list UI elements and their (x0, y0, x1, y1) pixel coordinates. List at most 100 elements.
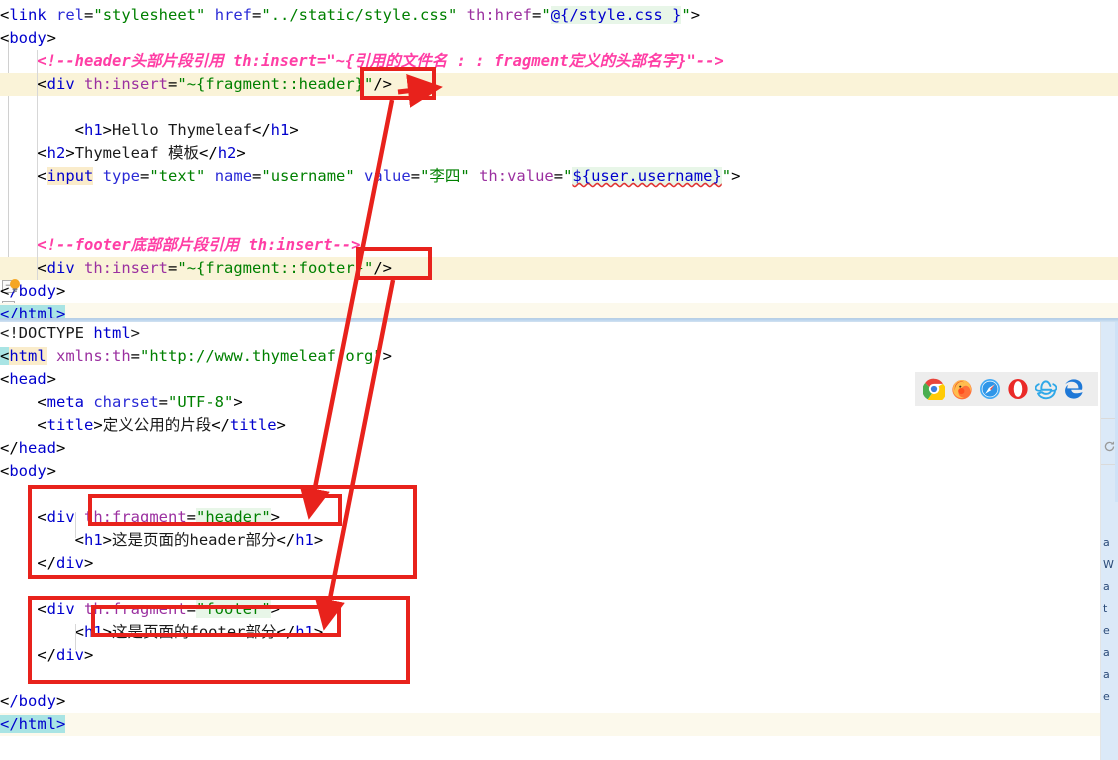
code-line[interactable]: <div th:fragment="footer"> (0, 598, 1118, 621)
code-token: < (0, 347, 10, 365)
code-line[interactable]: <body> (0, 460, 1118, 483)
code-line[interactable]: <div th:insert="~{fragment::header}"/> (0, 73, 1118, 96)
code-token: = (553, 167, 564, 185)
code-token: rel (56, 6, 85, 24)
code-line[interactable] (0, 575, 1118, 598)
code-line[interactable]: </html> (0, 713, 1118, 736)
code-line[interactable]: </div> (0, 552, 1118, 575)
code-token: < (0, 370, 10, 388)
code-token: > (690, 6, 701, 24)
code-token: < (0, 6, 10, 24)
indent-guide (75, 512, 76, 538)
code-token: > (313, 623, 324, 641)
code-token: </ (37, 554, 56, 572)
code-token: <!--header头部片段引用 th:insert="~{引用的文件名 : :… (37, 52, 724, 70)
code-token: body (9, 29, 47, 47)
code-token: < (37, 508, 47, 526)
code-token: type (102, 167, 141, 185)
code-token: " (681, 6, 691, 24)
analysis-gutter-letter: a (1103, 668, 1110, 681)
code-token: th:insert (84, 259, 169, 277)
code-token: "UTF-8" (168, 393, 234, 411)
code-token: href (214, 6, 253, 24)
code-token: meta (46, 393, 84, 411)
code-line[interactable]: <div th:fragment="header"> (0, 506, 1118, 529)
code-token: div (46, 600, 75, 618)
code-token: < (37, 75, 47, 93)
code-token: < (37, 600, 47, 618)
code-token: charset (93, 393, 159, 411)
code-token: xmlns:th (56, 347, 131, 365)
chrome-icon[interactable] (923, 378, 945, 400)
code-line[interactable]: <html xmlns:th="http://www.thymeleaf.org… (0, 345, 1118, 368)
internet-explorer-icon[interactable] (1035, 378, 1057, 400)
code-token: link (9, 6, 47, 24)
code-token: Hello Thymeleaf (112, 121, 252, 139)
code-line[interactable]: <h1>这是页面的header部分</h1> (0, 529, 1118, 552)
code-token: > (56, 282, 66, 300)
firefox-icon[interactable] (951, 378, 973, 400)
code-line[interactable]: </body> (0, 690, 1118, 713)
code-token: > (46, 370, 57, 388)
code-token: </ (211, 416, 230, 434)
analysis-gutter-letter: a (1103, 536, 1110, 549)
code-line[interactable]: <div th:insert="~{fragment::footer}"/> (0, 257, 1118, 280)
code-line[interactable]: <title>定义公用的片段</title> (0, 414, 1118, 437)
code-token: h1 (84, 531, 103, 549)
code-line[interactable]: <h1>这是页面的footer部分</h1> (0, 621, 1118, 644)
code-token: 这是页面的footer部分 (112, 623, 277, 641)
edge-icon[interactable] (1063, 378, 1085, 400)
code-token: < (37, 144, 47, 162)
code-token: /> (373, 75, 392, 93)
browser-launch-bar[interactable] (915, 372, 1098, 406)
code-token: div (46, 75, 75, 93)
code-line[interactable]: <body> (0, 27, 1118, 50)
analysis-gutter-letter: W (1103, 558, 1114, 571)
code-line[interactable]: <h1>Hello Thymeleaf</h1> (0, 119, 1118, 142)
code-line[interactable]: <!DOCTYPE html> (0, 322, 1118, 345)
code-token: </ (276, 623, 296, 641)
code-token: = (158, 393, 169, 411)
code-line[interactable] (0, 188, 1118, 211)
code-token: < (0, 29, 10, 47)
code-line[interactable]: </div> (0, 644, 1118, 667)
code-line[interactable]: </head> (0, 437, 1118, 460)
code-line[interactable] (0, 667, 1118, 690)
code-token: h2 (217, 144, 237, 162)
code-token: = (410, 167, 421, 185)
code-line[interactable] (0, 483, 1118, 506)
code-line[interactable]: <input type="text" name="username" value… (0, 165, 1118, 188)
code-line[interactable] (0, 211, 1118, 234)
code-line[interactable]: <h2>Thymeleaf 模板</h2> (0, 142, 1118, 165)
opera-icon[interactable] (1007, 378, 1029, 400)
code-token: title (46, 416, 94, 434)
code-token: value (364, 167, 411, 185)
code-line[interactable]: <!--header头部片段引用 th:insert="~{引用的文件名 : :… (0, 50, 1118, 73)
code-token: "stylesheet" (93, 6, 206, 24)
code-token: > (46, 462, 57, 480)
code-token: ${user.username} (572, 167, 722, 185)
code-line[interactable] (0, 96, 1118, 119)
code-token: head (18, 439, 56, 457)
code-token: "~{fragment::footer}" (177, 259, 374, 277)
code-token: </ (252, 121, 271, 139)
safari-icon[interactable] (979, 378, 1001, 400)
code-token: > (56, 439, 66, 457)
intention-bulb-icon[interactable] (8, 278, 22, 294)
code-token: < (74, 623, 84, 641)
code-line[interactable]: </body> (0, 280, 1118, 303)
code-line[interactable]: <link rel="stylesheet" href="../static/s… (0, 4, 1118, 27)
code-pane-referencing-template[interactable]: − − <link rel="stylesheet" href="../stat… (0, 0, 1118, 326)
code-token: name (214, 167, 253, 185)
code-line[interactable]: <!--footer底部部片段引用 th:insert--> (0, 234, 1118, 257)
code-token: Thymeleaf 模板 (74, 144, 200, 162)
